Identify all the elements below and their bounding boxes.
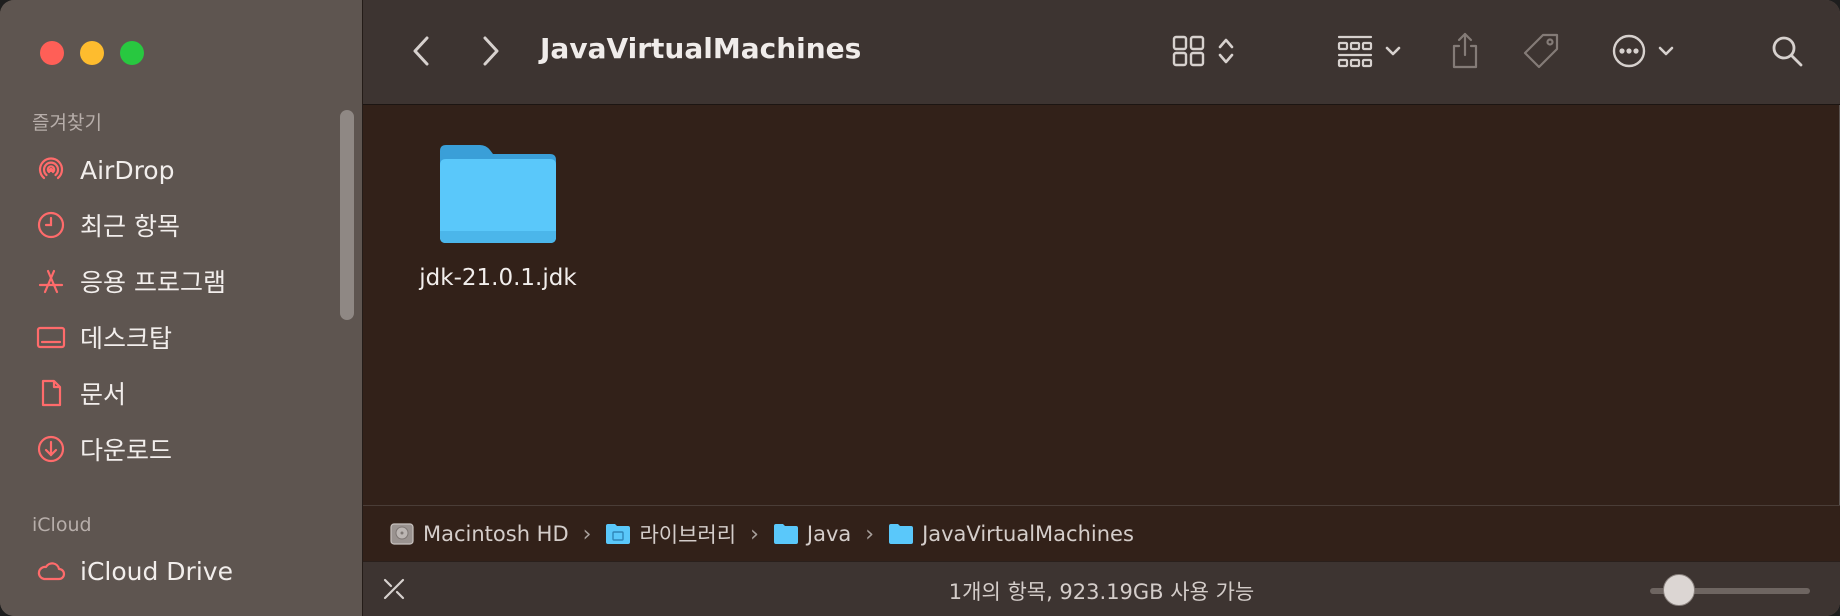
icon-grid-icon [1172,35,1205,67]
minimize-button[interactable] [80,41,104,65]
cloud-icon [34,554,68,588]
breadcrumb-label: 라이브러리 [639,523,737,547]
folder-item[interactable]: jdk-21.0.1.jdk [418,141,578,291]
sidebar: 즐겨찾기 AirDrop 최근 항목 응용 프로그램 데스크탑 문서 다운로드 … [0,0,363,616]
download-icon [34,432,68,466]
desktop-icon [34,320,68,354]
group-grid-icon [1337,35,1373,68]
hard-drive-icon [390,523,414,545]
sidebar-item-airdrop[interactable]: AirDrop [34,150,174,190]
sidebar-item-label: 문서 [80,380,127,409]
sidebar-item-label: 응용 프로그램 [80,268,226,297]
breadcrumb-label: Macintosh HD [423,522,569,546]
sidebar-item-applications[interactable]: 응용 프로그램 [34,261,226,301]
applications-icon [34,264,68,298]
back-button[interactable] [403,26,439,76]
ellipsis-circle-icon [1612,34,1646,68]
sidebar-item-recents[interactable]: 최근 항목 [34,205,180,245]
sidebar-item-label: AirDrop [80,155,175,185]
window-controls [40,41,144,65]
window-title: JavaVirtualMachines [540,32,862,65]
breadcrumb-label: JavaVirtualMachines [922,522,1134,546]
search-icon [1772,36,1803,67]
slider-knob[interactable] [1663,574,1695,606]
close-button[interactable] [40,41,64,65]
status-bar: 1개의 항목, 923.19GB 사용 가능 [363,561,1840,616]
sidebar-item-desktop[interactable]: 데스크탑 [34,317,172,357]
sidebar-item-downloads[interactable]: 다운로드 [34,429,172,469]
toolbar: JavaVirtualMachines [363,0,1840,105]
chevron-left-icon [413,36,429,66]
tag-icon [1523,33,1559,69]
sidebar-item-label: 최근 항목 [80,212,180,241]
clock-icon [34,208,68,242]
chevron-right-icon [483,36,499,66]
folder-icon [440,145,556,243]
favorites-header: 즐겨찾기 [32,112,102,134]
path-bar: Macintosh HD › 라이브러리 › Java › JavaVirtua… [363,505,1840,562]
forward-button[interactable] [473,26,509,76]
airdrop-icon [34,153,68,187]
file-name: jdk-21.0.1.jdk [419,265,577,291]
zoom-button[interactable] [120,41,144,65]
more-actions-button[interactable] [1605,26,1681,76]
breadcrumb-separator: › [865,521,875,547]
search-button[interactable] [1765,26,1809,76]
folder-icon [889,524,914,544]
sidebar-item-icloud-drive[interactable]: iCloud Drive [34,551,233,591]
chevron-down-icon [1658,46,1674,56]
share-icon [1452,32,1478,69]
view-mode-button[interactable] [1169,26,1239,76]
finder-window: 즐겨찾기 AirDrop 최근 항목 응용 프로그램 데스크탑 문서 다운로드 … [0,0,1840,616]
sidebar-item-label: 다운로드 [80,436,173,465]
breadcrumb-javavirtualmachines[interactable]: JavaVirtualMachines [888,522,1134,546]
chevron-updown-icon [1218,38,1234,64]
share-button[interactable] [1445,26,1485,76]
breadcrumb-macintosh-hd[interactable]: Macintosh HD [389,521,569,547]
breadcrumb-separator: › [582,521,592,547]
document-icon [34,376,68,410]
breadcrumb-separator: › [750,521,759,547]
group-button[interactable] [1331,26,1407,76]
file-area: jdk-21.0.1.jdk [363,105,1840,505]
tag-button[interactable] [1519,26,1563,76]
sidebar-item-documents[interactable]: 문서 [34,373,126,413]
sidebar-scrollbar[interactable] [340,110,354,320]
sidebar-item-label: iCloud Drive [80,556,233,586]
library-folder-icon [606,524,631,544]
status-text: 1개의 항목, 923.19GB 사용 가능 [948,580,1255,604]
breadcrumb-label: Java [806,522,852,546]
folder-icon [773,524,798,544]
sidebar-item-label: 데스크탑 [80,324,173,353]
breadcrumb-java[interactable]: Java [773,522,851,546]
chevron-down-icon [1385,46,1401,56]
icloud-header: iCloud [32,514,92,536]
breadcrumb-library[interactable]: 라이브러리 [605,519,736,549]
